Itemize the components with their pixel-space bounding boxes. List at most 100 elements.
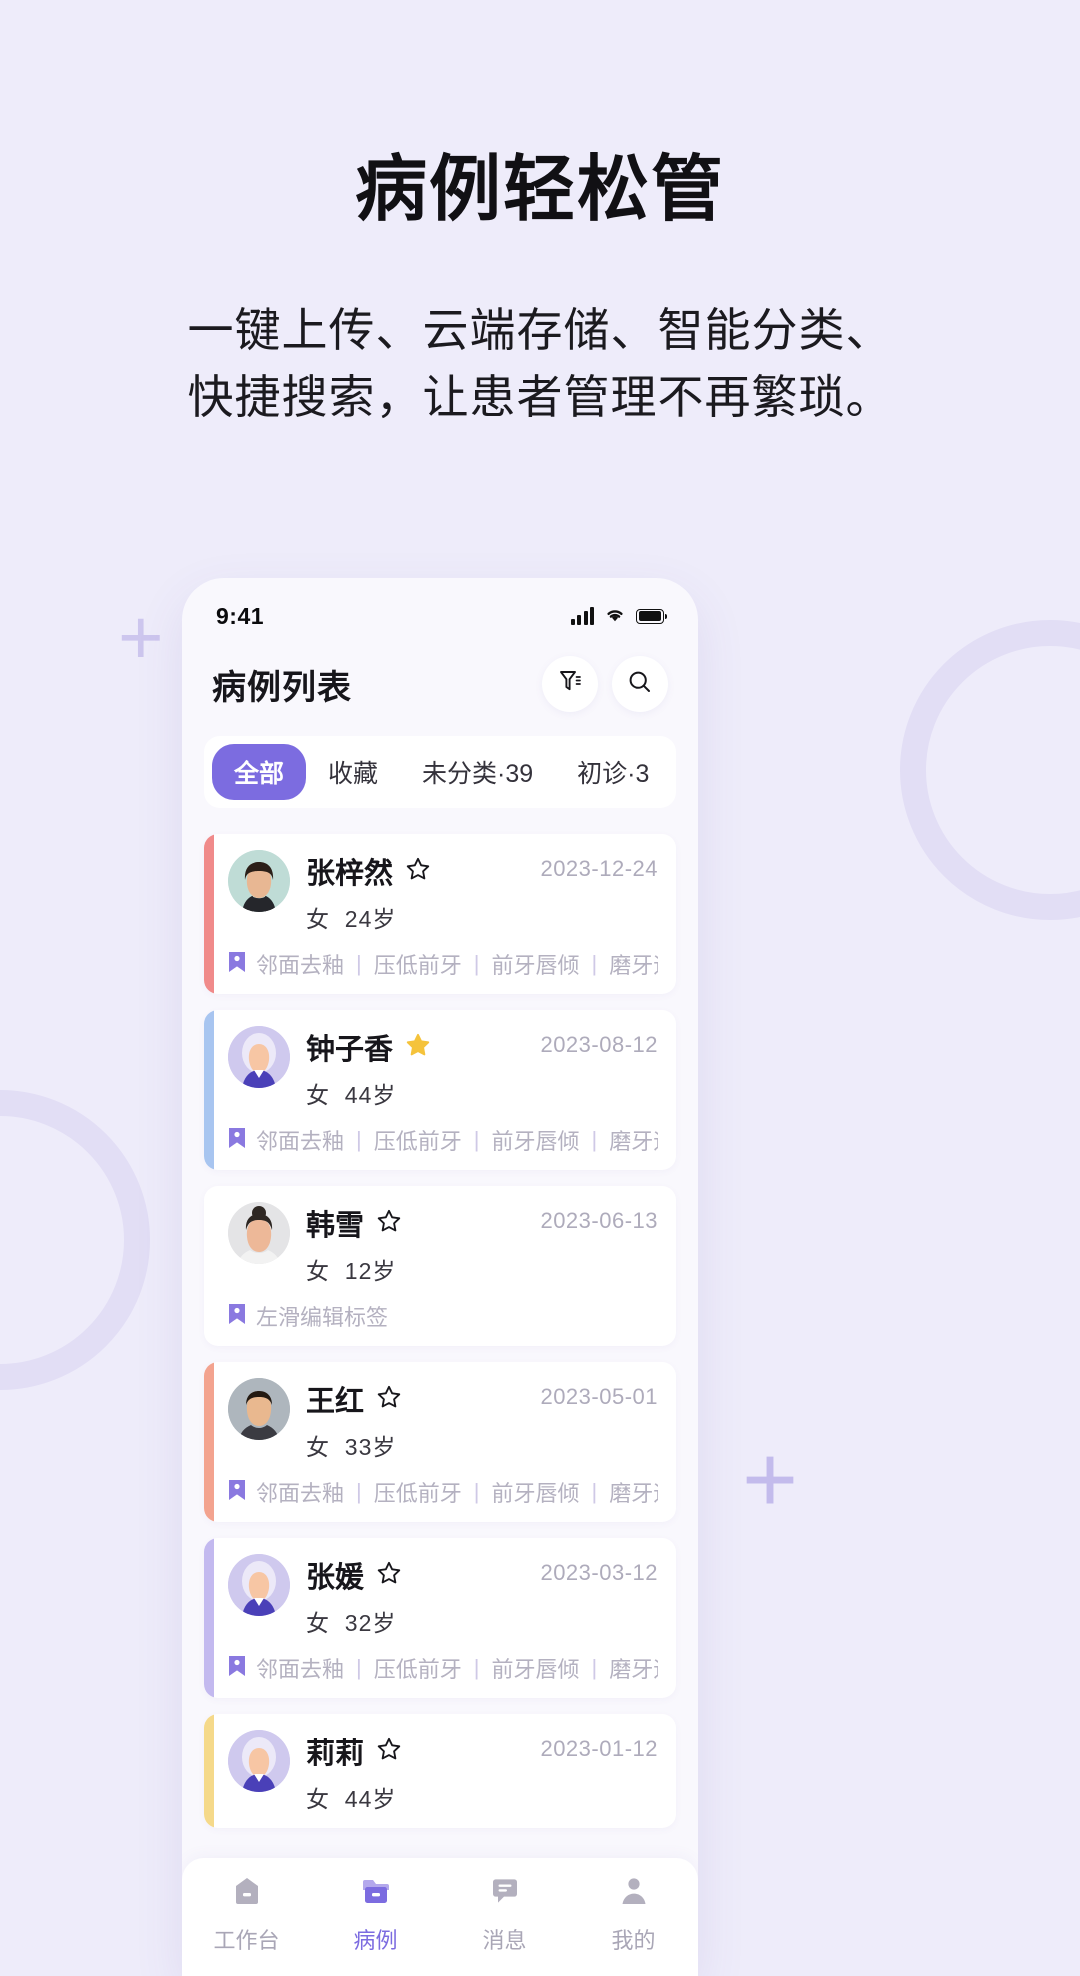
case-tag: 前牙唇倾 [491, 1657, 580, 1682]
case-identity: 王红女 33岁 [306, 1378, 540, 1462]
filter-tab[interactable]: 复 [671, 744, 676, 800]
bookmark-icon [228, 951, 246, 978]
decorative-ring-left [0, 1090, 150, 1390]
wifi-icon [603, 605, 627, 628]
filter-tab[interactable]: 初诊·3 [555, 744, 671, 800]
favorite-star-icon[interactable] [405, 856, 431, 887]
case-color-edge [204, 1010, 214, 1170]
filter-button[interactable] [542, 656, 598, 712]
patient-gender: 女 [306, 1258, 330, 1284]
case-tag: 压低前牙 [373, 1481, 462, 1506]
case-card-header: 张媛女 32岁 2023-03-12 [228, 1554, 658, 1638]
filter-tab[interactable]: 未分类·39 [400, 744, 555, 800]
case-tags[interactable]: 邻面去釉|压低前牙|前牙唇倾|磨牙远移|磨牙远 [228, 1124, 658, 1156]
case-filter-tabs[interactable]: 全部收藏未分类·39初诊·3复 [204, 736, 676, 808]
nav-label: 消息 [482, 1928, 527, 1953]
case-date: 2023-06-13 [540, 1208, 658, 1233]
workbench-icon [230, 1874, 264, 1913]
case-card[interactable]: 张梓然女 24岁2023-12-24邻面去釉|压低前牙|前牙唇倾|磨牙远移|磨牙… [204, 834, 676, 994]
case-tag: 邻面去釉 [256, 953, 345, 978]
tag-separator: | [473, 1127, 480, 1152]
tag-separator: | [356, 1479, 362, 1504]
filter-icon [557, 668, 583, 701]
case-tag: 压低前牙 [373, 1129, 462, 1154]
case-identity: 张梓然女 24岁 [306, 850, 540, 934]
patient-name: 张梓然 [306, 858, 394, 890]
patient-age: 24岁 [344, 906, 397, 932]
nav-label: 工作台 [213, 1928, 280, 1953]
decorative-plus-right: + [742, 1426, 799, 1533]
case-tags[interactable]: 邻面去釉|压低前牙|前牙唇倾|磨牙远移|磨牙远 [228, 1476, 658, 1508]
case-tag: 磨牙远移 [609, 1129, 658, 1154]
bottom-navigation[interactable]: 工作台 病例 消息 我的 [182, 1858, 698, 1976]
favorite-star-icon[interactable] [376, 1736, 402, 1767]
nav-label: 病例 [353, 1928, 398, 1953]
profile-icon [617, 1874, 651, 1913]
patient-age: 33岁 [344, 1434, 397, 1460]
case-name-row: 张梓然 [306, 850, 540, 892]
page-title: 病例轻松管 [354, 150, 725, 230]
case-card[interactable]: 莉莉女 44岁 2023-01-12 [204, 1714, 676, 1828]
search-icon [626, 668, 654, 701]
case-identity: 韩雪女 12岁 [306, 1202, 540, 1286]
hero-section: 病例轻松管 一键上传、云端存储、智能分类、 快捷搜索，让患者管理不再繁琐。 [0, 0, 1080, 430]
case-tag: 邻面去釉 [256, 1129, 345, 1154]
favorite-star-icon[interactable] [376, 1560, 402, 1591]
case-card[interactable]: 钟子香女 44岁2023-08-12邻面去釉|压低前牙|前牙唇倾|磨牙远移|磨牙… [204, 1010, 676, 1170]
case-date: 2023-08-12 [540, 1032, 658, 1057]
case-date: 2023-05-01 [540, 1384, 658, 1409]
nav-item-病例[interactable]: 病例 [311, 1874, 440, 1955]
case-card-header: 王红女 33岁 2023-05-01 [228, 1378, 658, 1462]
case-card-header: 韩雪女 12岁 2023-06-13 [228, 1202, 658, 1286]
patient-meta: 女 12岁 [306, 1252, 540, 1286]
filter-tab[interactable]: 全部 [212, 744, 307, 800]
case-tags[interactable]: 邻面去釉|压低前牙|前牙唇倾|磨牙远移|磨牙远 [228, 1652, 658, 1684]
patient-meta: 女 32岁 [306, 1604, 540, 1638]
header-actions [542, 656, 668, 712]
bookmark-icon [228, 1655, 246, 1682]
tag-separator: | [473, 951, 480, 976]
filter-tab[interactable]: 收藏 [306, 744, 400, 800]
patient-name: 莉莉 [306, 1738, 365, 1770]
cellular-signal-icon [570, 607, 594, 625]
case-card[interactable]: 张媛女 32岁2023-03-12 邻面去釉|压低前牙|前牙唇倾|磨牙远移|磨牙远 [204, 1538, 676, 1698]
nav-item-我的[interactable]: 我的 [569, 1874, 698, 1955]
search-button[interactable] [612, 656, 668, 712]
case-tags[interactable]: 邻面去釉|压低前牙|前牙唇倾|磨牙远移|磨牙远 [228, 948, 658, 980]
patient-age: 44岁 [344, 1786, 397, 1812]
case-identity: 张媛女 32岁 [306, 1554, 540, 1638]
app-header: 病例列表 [182, 640, 698, 720]
phone-mockup: 9:41 病例列表 全部 收藏 未分类·39 初诊·3 张梓然 女 24岁 20… [182, 578, 698, 1976]
status-time: 9:41 [216, 602, 265, 629]
case-date: 2023-01-12 [540, 1736, 658, 1761]
patient-meta: 女 44岁 [306, 1076, 540, 1110]
message-icon [488, 1874, 522, 1913]
bookmark-icon [228, 1303, 246, 1330]
case-card[interactable]: 王红女 33岁2023-05-01邻面去釉|压低前牙|前牙唇倾|磨牙远移|磨牙远 [204, 1362, 676, 1522]
case-date: 2023-12-24 [540, 856, 658, 881]
avatar [228, 1026, 290, 1088]
case-identity: 钟子香女 44岁 [306, 1026, 540, 1110]
favorite-star-icon[interactable] [376, 1384, 402, 1415]
avatar [228, 1202, 290, 1264]
decorative-ring-right [900, 620, 1080, 920]
bookmark-icon [228, 1127, 246, 1154]
case-date: 2023-03-12 [540, 1560, 658, 1585]
app-header-title: 病例列表 [212, 668, 352, 707]
case-tag: 磨牙远移 [609, 953, 658, 978]
case-card[interactable]: 韩雪女 12岁 2023-06-13 左滑编辑标签 [204, 1186, 676, 1346]
case-color-edge [204, 834, 214, 994]
nav-item-消息[interactable]: 消息 [440, 1874, 569, 1955]
case-folder-icon [359, 1874, 393, 1913]
favorite-star-icon[interactable] [376, 1208, 402, 1239]
favorite-star-icon[interactable] [405, 1032, 431, 1063]
case-color-edge [204, 1714, 214, 1828]
status-bar: 9:41 [182, 578, 698, 640]
hero-subtitle-line-1: 一键上传、云端存储、智能分类、 [187, 304, 893, 356]
case-color-edge [204, 1362, 214, 1522]
case-tags[interactable]: 左滑编辑标签 [228, 1300, 658, 1332]
case-list[interactable]: 张梓然女 24岁2023-12-24邻面去釉|压低前牙|前牙唇倾|磨牙远移|磨牙… [182, 808, 698, 1828]
patient-name: 韩雪 [306, 1210, 365, 1242]
case-card-header: 张梓然女 24岁 2023-12-24 [228, 850, 658, 934]
nav-item-工作台[interactable]: 工作台 [182, 1874, 311, 1955]
